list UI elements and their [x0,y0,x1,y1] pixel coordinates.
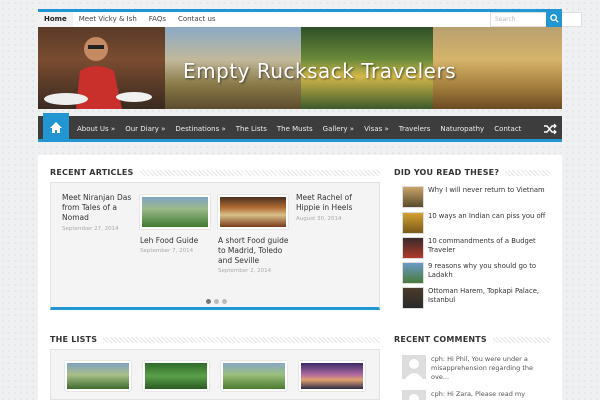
sidebar-item[interactable]: 10 commandments of a Budget Traveler [402,237,546,259]
title-stripe [492,336,550,343]
recent-comments-panel: RECENT COMMENTS cph: Hi Phil, You were u… [392,322,562,400]
article-card[interactable]: Meet Niranjan Das from Tales of a Nomad … [62,193,134,232]
the-lists-panel: THE LISTS [38,322,393,400]
shuffle-icon[interactable] [543,122,557,136]
article-date: August 30, 2014 [296,216,342,222]
nav-naturopathy[interactable]: Naturopathy [435,116,489,142]
sidebar-item-label[interactable]: Ottoman Harem, Topkapi Palace, Istanbul [428,287,546,305]
list-thumbnail[interactable] [65,361,131,391]
header-banner[interactable]: Empty Rucksack Travelers [38,27,562,109]
main-nav: About Us » Our Diary » Destinations » Th… [38,113,562,142]
comment-text[interactable]: cph: Hi Zara, Please read my [431,390,547,400]
sidebar-thumb[interactable] [402,237,424,259]
article-title[interactable]: Meet Rachel of Hippie in Heels [296,193,371,213]
nav-destinations[interactable]: Destinations » [170,116,230,142]
sidebar-item[interactable]: 10 ways an Indian can piss you off [402,212,546,234]
did-you-read-title: DID YOU READ THESE? [394,168,500,177]
user-icon [409,394,419,400]
search-button[interactable] [546,9,562,27]
banner-photo-diner [38,27,165,109]
article-title[interactable]: Leh Food Guide [140,236,212,246]
user-icon [405,359,423,379]
did-you-read-panel: DID YOU READ THESE? Why I will never ret… [392,155,562,325]
the-lists-title: THE LISTS [50,335,98,344]
sidebar-thumb[interactable] [402,262,424,284]
nav-travelers[interactable]: Travelers [394,116,436,142]
comment-item[interactable]: cph: Hi Zara, Please read my [402,390,547,400]
title-stripe [103,336,380,343]
topnav-meet[interactable]: Meet Vicky & Ish [73,12,143,27]
nav-musts[interactable]: The Musts [272,116,318,142]
article-card[interactable]: Meet Rachel of Hippie in Heels August 30… [296,193,371,222]
home-button[interactable] [43,113,69,142]
slider-dots [206,299,227,304]
avatar [402,355,426,379]
sidebar-item-label[interactable]: 10 commandments of a Budget Traveler [428,237,546,255]
site-title: Empty Rucksack Travelers [183,59,457,83]
list-thumbnail[interactable] [221,361,287,391]
list-thumbnail[interactable] [299,361,365,391]
recent-articles-title: RECENT ARTICLES [50,168,134,177]
article-title[interactable]: Meet Niranjan Das from Tales of a Nomad [62,193,134,223]
home-icon [50,122,62,133]
title-stripe [139,169,380,176]
nav-lists[interactable]: The Lists [231,116,272,142]
nav-contact[interactable]: Contact [489,116,526,142]
topnav-contact[interactable]: Contact us [172,12,222,27]
sidebar-item-label[interactable]: 9 reasons why you should go to Ladakh [428,262,546,280]
topnav-home[interactable]: Home [38,12,73,27]
article-date: September 2, 2014 [218,268,272,274]
sidebar-item[interactable]: 9 reasons why you should go to Ladakh [402,262,546,284]
sidebar-item[interactable]: Why I will never return to Vietnam [402,186,546,208]
list-thumbnail[interactable] [143,361,209,391]
nav-diary[interactable]: Our Diary » [120,116,170,142]
banner-person-illustration [44,37,152,109]
sidebar-thumb[interactable] [402,186,424,208]
article-thumbnail[interactable] [140,195,210,229]
recent-comments-title: RECENT COMMENTS [394,335,487,344]
article-slider: Meet Niranjan Das from Tales of a Nomad … [50,182,380,310]
topnav-faqs[interactable]: FAQs [143,12,172,27]
article-thumbnail[interactable] [218,195,288,229]
sidebar-thumb[interactable] [402,287,424,309]
top-nav: Home Meet Vicky & Ish FAQs Contact us [38,12,222,27]
nav-about[interactable]: About Us » [72,116,120,142]
article-card[interactable]: Leh Food Guide September 7, 2014 [140,195,212,254]
title-stripe [505,169,550,176]
slider-dot[interactable] [214,299,219,304]
sidebar-item[interactable]: Ottoman Harem, Topkapi Palace, Istanbul [402,287,546,309]
article-date: September 7, 2014 [140,248,194,254]
nav-visas[interactable]: Visas » [359,116,394,142]
lists-thumbnails [50,349,380,400]
comment-text[interactable]: cph: Hi Phil, You were under a misappreh… [431,355,547,382]
article-card[interactable]: A short Food guide to Madrid, Toledo and… [218,195,290,274]
sidebar-item-label[interactable]: 10 ways an Indian can piss you off [428,212,546,221]
top-bar: Home Meet Vicky & Ish FAQs Contact us Se… [38,9,582,27]
main-nav-items: About Us » Our Diary » Destinations » Th… [72,116,526,142]
comment-item[interactable]: cph: Hi Phil, You were under a misappreh… [402,355,547,382]
search-icon [549,13,559,23]
search-input[interactable]: Search [490,12,582,27]
sidebar-thumb[interactable] [402,212,424,234]
article-date: September 27, 2014 [62,226,119,232]
slider-dot[interactable] [206,299,211,304]
article-title[interactable]: A short Food guide to Madrid, Toledo and… [218,236,290,266]
recent-articles-panel: RECENT ARTICLES Meet Niranjan Das from T… [38,155,393,325]
slider-dot[interactable] [222,299,227,304]
nav-gallery[interactable]: Gallery » [318,116,359,142]
avatar [402,390,426,400]
sidebar-item-label[interactable]: Why I will never return to Vietnam [428,186,546,195]
